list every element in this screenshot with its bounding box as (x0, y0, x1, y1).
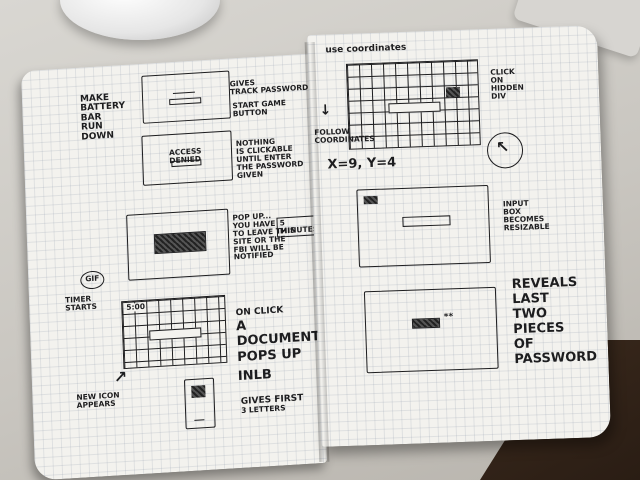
make-battery-note: MAKE BATTERY BAR RUN DOWN (79, 92, 126, 143)
sketch-hidden-div (445, 86, 461, 98)
timer-started-note: TIMER STARTS (64, 294, 98, 313)
sketch-notebook: MAKE BATTERY BAR RUN DOWN GIVES TRACK PA… (20, 25, 612, 480)
sketch-grid-bar (149, 327, 202, 341)
sketch-frame-start (141, 70, 231, 124)
coordinates-value: X=9, Y=4 (327, 155, 397, 173)
start-game-button-note: START GAME BUTTON (232, 98, 287, 119)
inlb-text: INLB (237, 367, 273, 385)
zoom-magnifier: ↖ (486, 131, 524, 169)
sketch-frame-grid-timer: 5:00 (121, 294, 228, 370)
sketch-popup-block (153, 231, 207, 255)
sketch-frame-popup (126, 208, 231, 281)
right-page: use coordinates ↖ CLICK ON HIDDEN DIV ↓ … (306, 25, 612, 447)
gives-first-note: GIVES FIRST 3 LETTERS (240, 393, 304, 416)
gif-badge: GIF (80, 270, 105, 290)
sketch-line (194, 419, 205, 422)
left-page: MAKE BATTERY BAR RUN DOWN GIVES TRACK PA… (20, 53, 328, 480)
sketch-grid-bar (388, 101, 441, 114)
photo-scene: MAKE BATTERY BAR RUN DOWN GIVES TRACK PA… (0, 0, 640, 480)
sketch-frame-access-denied: ACCESS DENIED (141, 130, 234, 186)
follow-coordinates-note: FOLLOW COORDINATES (314, 126, 375, 145)
sketch-input-bar (402, 215, 451, 227)
new-icon-note: NEW ICON APPEARS (76, 390, 120, 410)
sketch-corner-block (363, 195, 378, 205)
arrow-down-icon: ↓ (319, 102, 332, 119)
nothing-clickable-note: NOTHING IS CLICKABLE UNTIL ENTER THE PAS… (235, 136, 304, 180)
timer-value: 5:00 (126, 301, 146, 312)
reveals-last-note: REVEALS LAST TWO PIECES OF PASSWORD (511, 274, 598, 367)
sketch-document (183, 377, 216, 430)
click-hidden-div-note: CLICK ON HIDDEN DIV (490, 66, 524, 101)
arrow-up-icon: ↗ (113, 366, 128, 387)
sketch-input-bar (171, 159, 202, 168)
gives-track-password-note: GIVES TRACK PASSWORD (229, 77, 309, 97)
sketch-battery-bar (169, 97, 202, 106)
sketch-frame-input (356, 184, 491, 268)
sketch-frame-reveal: ** (363, 286, 499, 374)
sketch-document-block (191, 385, 206, 399)
reveal-stars: ** (443, 312, 454, 323)
on-click-note: ON CLICK A DOCUMENT POPS UP (235, 305, 321, 366)
sketch-line (172, 91, 195, 95)
cursor-icon: ↖ (495, 137, 510, 157)
coordinates-title: use coordinates (325, 42, 407, 56)
sketch-password-block (411, 317, 441, 329)
gif-badge-text: GIF (85, 273, 100, 284)
input-box-note: INPUT BOX BECOMES RESIZABLE (502, 198, 550, 233)
